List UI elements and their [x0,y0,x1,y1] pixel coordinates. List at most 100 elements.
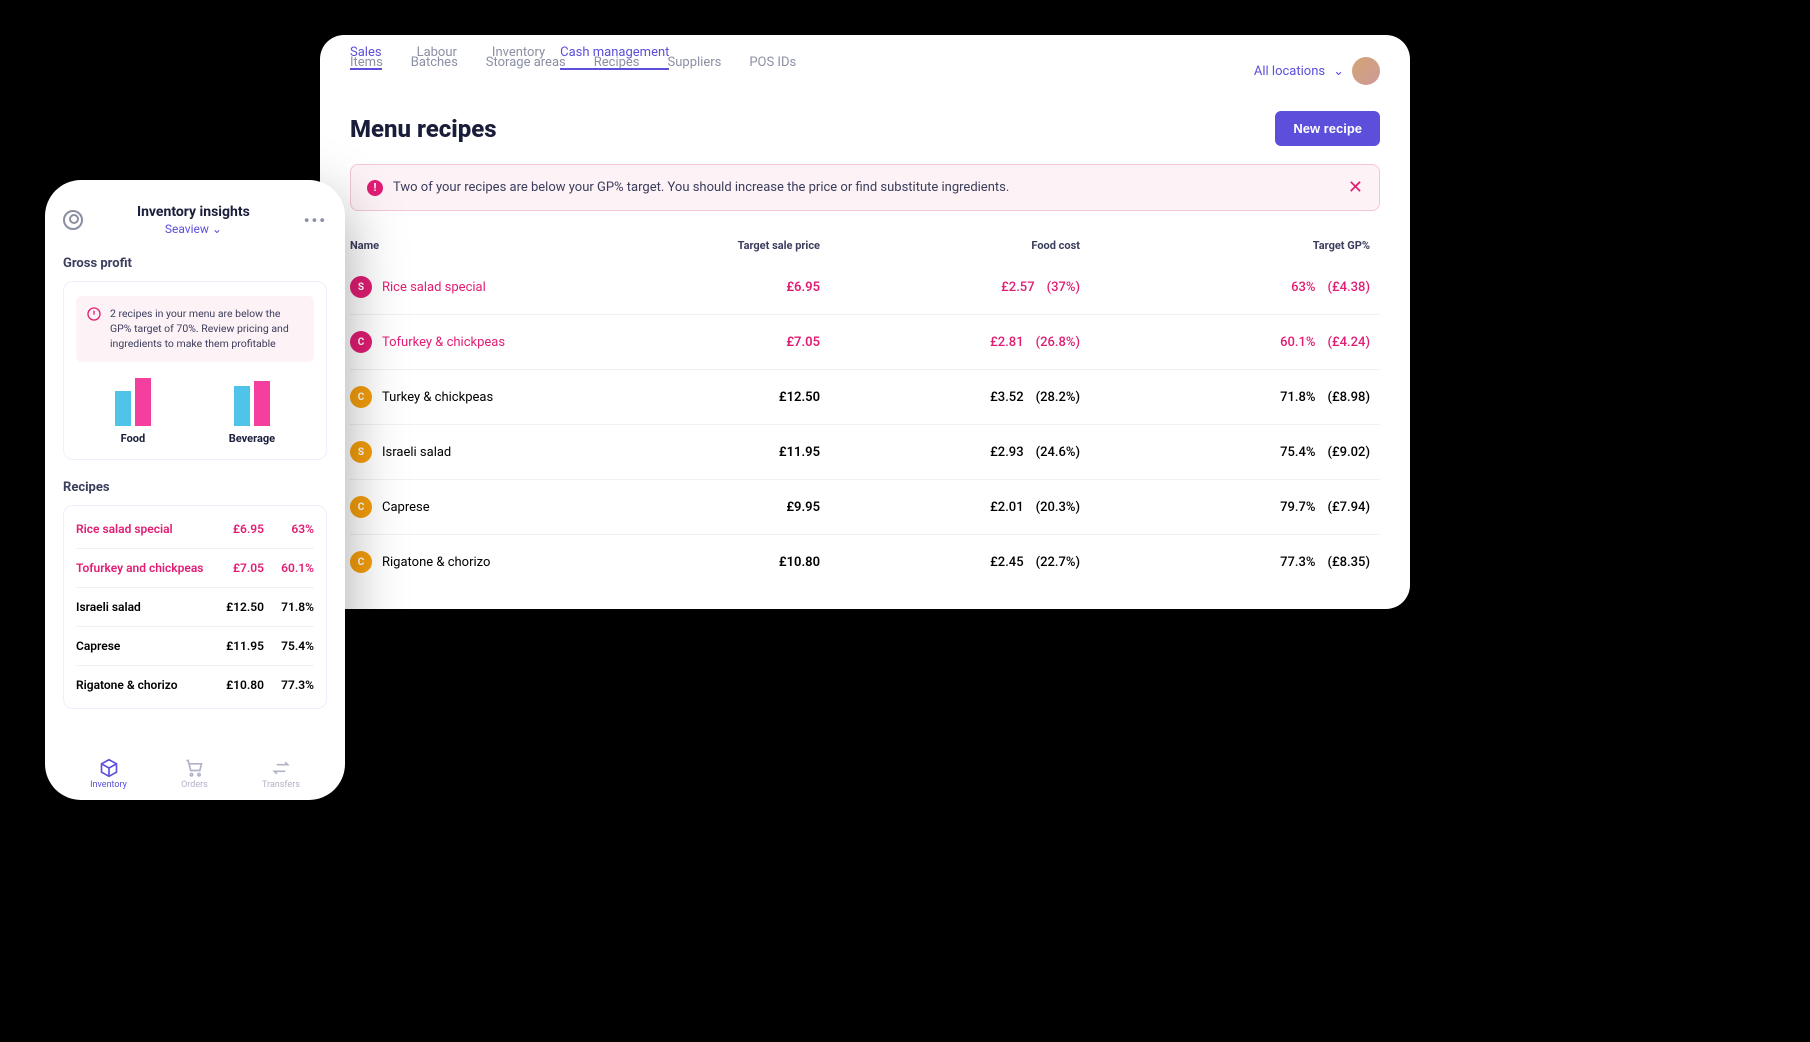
col-cost: Food cost [830,239,1090,252]
bar-label-food: Food [121,432,146,445]
chevron-down-icon: ⌄ [1333,64,1344,79]
gp-cell: 79.7%(£7.94) [1090,500,1380,515]
page-title: Menu recipes [350,115,497,143]
recipe-badge: C [350,551,372,573]
gp-cell: 71.8%(£8.98) [1090,390,1380,405]
list-item[interactable]: Tofurkey and chickpeas£7.0560.1% [76,549,314,588]
recipe-gp: 77.3% [264,678,314,692]
recipe-name: Turkey & chickpeas [382,390,493,405]
desktop-window: Items Batches Storage areas Recipes Supp… [320,35,1410,609]
location-picker[interactable]: All locations ⌄ [1254,57,1380,85]
warning-icon [86,306,102,322]
mobile-location-picker[interactable]: Seaview ⌄ [83,222,304,236]
section-gross-profit: Gross profit [63,256,327,271]
recipe-price: £10.80 [209,678,264,692]
alert-text: Two of your recipes are below your GP% t… [393,180,1009,195]
recipe-price: £11.95 [209,639,264,653]
table-row[interactable]: C Tofurkey & chickpeas £7.05 £2.81(26.8%… [350,314,1380,369]
table-row[interactable]: C Turkey & chickpeas £12.50 £3.52(28.2%)… [350,369,1380,424]
recipe-name: Caprese [382,500,430,515]
price-cell: £7.05 [630,335,830,350]
table-header: Name Target sale price Food cost Target … [350,231,1380,260]
tab-sales[interactable]: Sales [350,45,382,70]
recipe-gp: 75.4% [264,639,314,653]
mobile-bottom-nav: Inventory Orders Transfers [63,744,327,790]
bar-group-food: Food [115,378,151,445]
recipe-name: Rice salad special [76,522,209,536]
transfer-icon [271,758,291,778]
table-row[interactable]: C Rigatone & chorizo £10.80 £2.45(22.7%)… [350,534,1380,589]
box-icon [99,758,119,778]
recipe-name-cell: S Rice salad special [350,276,630,298]
price-cell: £12.50 [630,390,830,405]
bar-beverage-blue [234,386,250,426]
table-row[interactable]: S Rice salad special £6.95 £2.57(37%) 63… [350,260,1380,314]
tab-labour[interactable]: Labour [417,45,457,70]
recipe-badge: S [350,441,372,463]
table-row[interactable]: S Israeli salad £11.95 £2.93(24.6%) 75.4… [350,424,1380,479]
location-label: All locations [1254,64,1325,79]
recipe-name-cell: S Israeli salad [350,441,630,463]
nav-orders[interactable]: Orders [181,758,208,790]
mobile-alert-text: 2 recipes in your menu are below the GP%… [110,306,304,352]
more-icon[interactable]: ••• [304,211,327,230]
recipe-gp: 71.8% [264,600,314,614]
gp-cell: 63%(£4.38) [1090,280,1380,295]
cost-cell: £2.01(20.3%) [830,500,1090,515]
list-item[interactable]: Rigatone & chorizo£10.8077.3% [76,666,314,704]
cost-cell: £2.45(22.7%) [830,555,1090,570]
recipe-name: Tofurkey & chickpeas [382,335,505,350]
tab-pos-ids[interactable]: POS IDs [749,55,796,78]
recipe-badge: S [350,276,372,298]
price-cell: £9.95 [630,500,830,515]
col-price: Target sale price [630,239,830,252]
cost-cell: £2.93(24.6%) [830,445,1090,460]
bar-food-blue [115,391,131,426]
mobile-alert: 2 recipes in your menu are below the GP%… [76,296,314,362]
recipe-gp: 60.1% [264,561,314,575]
recipe-name: Caprese [76,639,209,653]
list-item[interactable]: Rice salad special£6.9563% [76,510,314,549]
avatar[interactable] [1352,57,1380,85]
gp-cell: 75.4%(£9.02) [1090,445,1380,460]
recipe-price: £12.50 [209,600,264,614]
recipe-name: Israeli salad [76,600,209,614]
table-row[interactable]: C Caprese £9.95 £2.01(20.3%) 79.7%(£7.94… [350,479,1380,534]
gp-card: 2 recipes in your menu are below the GP%… [63,281,327,460]
tab-cash-management[interactable]: Cash management [560,45,669,70]
price-cell: £10.80 [630,555,830,570]
recipe-price: £6.95 [209,522,264,536]
cost-cell: £2.57(37%) [830,280,1090,295]
recipe-name-cell: C Tofurkey & chickpeas [350,331,630,353]
tab-suppliers[interactable]: Suppliers [668,55,722,78]
bars-chart: Food Beverage [76,378,314,445]
bar-food-pink [135,378,151,426]
recipe-badge: C [350,331,372,353]
price-cell: £11.95 [630,445,830,460]
user-icon[interactable] [63,210,83,230]
nav-transfers[interactable]: Transfers [262,758,300,790]
recipe-name: Rice salad special [382,280,486,295]
chevron-down-icon: ⌄ [212,222,222,236]
bar-label-beverage: Beverage [229,432,275,445]
recipes-table: Name Target sale price Food cost Target … [350,231,1380,589]
recipe-name: Rigatone & chorizo [76,678,209,692]
tabs-secondary: Sales Labour Inventory Cash management [350,45,669,70]
tabs-stack: Items Batches Storage areas Recipes Supp… [350,55,1380,85]
close-icon[interactable]: ✕ [1348,177,1363,198]
nav-inventory[interactable]: Inventory [90,758,127,790]
recipe-name-cell: C Rigatone & chorizo [350,551,630,573]
recipe-name: Rigatone & chorizo [382,555,490,570]
recipe-gp: 63% [264,522,314,536]
bar-group-beverage: Beverage [229,378,275,445]
recipe-name: Tofurkey and chickpeas [76,561,209,575]
section-recipes: Recipes [63,480,327,495]
list-item[interactable]: Israeli salad£12.5071.8% [76,588,314,627]
alert-banner: ! Two of your recipes are below your GP%… [350,164,1380,211]
tab-inventory[interactable]: Inventory [492,45,545,70]
list-item[interactable]: Caprese£11.9575.4% [76,627,314,666]
new-recipe-button[interactable]: New recipe [1275,111,1380,146]
recipe-name-cell: C Turkey & chickpeas [350,386,630,408]
recipe-price: £7.05 [209,561,264,575]
gp-cell: 77.3%(£8.35) [1090,555,1380,570]
